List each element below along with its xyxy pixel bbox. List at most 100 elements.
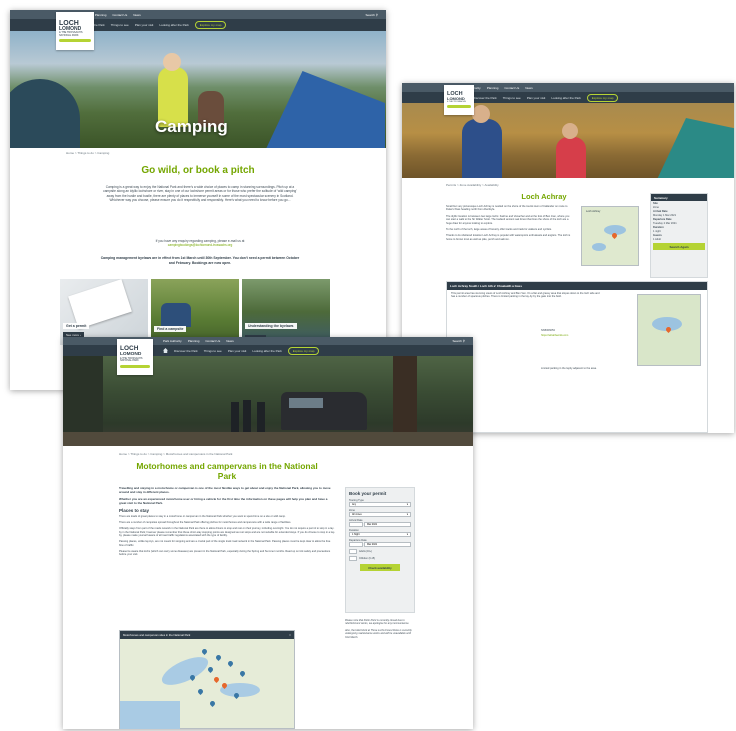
search-again-button[interactable]: Search Again (653, 243, 705, 250)
mainnav-link[interactable]: Plan your visit (135, 23, 154, 27)
field-label: Children (0-15) (359, 557, 375, 560)
zone-select[interactable]: All zones ▾ (349, 512, 411, 517)
map-pin-icon[interactable] (200, 647, 209, 656)
mainnav-link[interactable]: Looking after the Park (252, 349, 281, 353)
mainnav-link[interactable]: Things to see (503, 96, 521, 100)
mainnav-link[interactable]: Things to see (204, 349, 222, 353)
intro-paragraph: Thanks to its sheltered location Loch Ac… (446, 234, 571, 241)
tent-shape (653, 118, 734, 178)
map-title: Motorhomes and campervan sites in the Na… (123, 633, 191, 637)
person-shape (257, 402, 265, 432)
breadcrumb[interactable]: Home > Things to do > Camping (66, 151, 109, 155)
topnav-link[interactable]: Contact Us (205, 339, 220, 343)
byelaws-card[interactable]: Understanding the byelaws See more › (242, 279, 330, 345)
adults-stepper[interactable] (349, 549, 357, 554)
topnav-link[interactable]: Planning (487, 86, 499, 90)
search-link[interactable]: Search ⚲ (365, 13, 378, 17)
person-shape (556, 137, 586, 178)
page-heading: Go wild, or book a pitch (141, 165, 255, 176)
topnav-link[interactable]: Planning (188, 339, 200, 343)
loch-shape (158, 651, 212, 691)
tent-shape (265, 71, 385, 148)
lead-paragraph: Whether you are an experienced motorhome… (119, 497, 328, 505)
parking-text: Limited parking in the layby adjacent to… (541, 367, 597, 370)
person-shape (472, 105, 490, 123)
sites-map[interactable]: Motorhomes and campervan sites in the Na… (119, 630, 295, 729)
content-column: Travelling and staying in a motorhome or… (119, 486, 335, 557)
map-pin-icon[interactable] (206, 665, 215, 674)
departure-day-select[interactable] (349, 542, 363, 547)
card-label: Understanding the byelaws (245, 323, 297, 329)
map-pin-icon[interactable] (196, 687, 205, 696)
explore-map-button[interactable]: Explore my map (287, 346, 320, 355)
loch-shape (592, 243, 606, 251)
mainnav-link[interactable]: Plan your visit (228, 349, 247, 353)
topnav-link[interactable]: Planning (95, 13, 107, 17)
topnav-link[interactable]: News (226, 339, 234, 343)
summary-table: Site Zone Arrival Date Monday 1 Mar 2021… (653, 201, 677, 241)
topnav-link[interactable]: Contact Us (504, 86, 519, 90)
park-logo[interactable]: LOCH LOMOND & THE TROSSACHS NATIONAL PAR… (117, 339, 153, 375)
zone-map[interactable] (637, 294, 701, 366)
person-shape (243, 400, 251, 432)
person-shape (562, 123, 578, 139)
fullscreen-icon[interactable]: ⛶ (289, 633, 291, 637)
mainnav-link[interactable]: Discover the Park (473, 96, 497, 100)
topnav-link[interactable]: News (525, 86, 533, 90)
body-paragraph: There are a number of campsites spread t… (119, 521, 292, 524)
duration-select[interactable]: 1 Night ▾ (349, 532, 411, 537)
children-stepper[interactable] (349, 556, 357, 561)
enquiry-text: If you have any enquiry regarding campin… (155, 239, 245, 248)
motorhomes-page-screenshot: Park Authority Planning Contact Us News … (63, 337, 473, 729)
card-label: Find a campsite (154, 326, 187, 332)
topnav-link[interactable]: News (133, 13, 141, 17)
touring-type-select[interactable]: Any ▾ (349, 502, 411, 507)
summary-panel: Summary Site Zone Arrival Date Monday 1 … (650, 193, 708, 278)
breadcrumb[interactable]: Permits > Zone Availability > Availabili… (446, 183, 499, 187)
page-heading: Loch Achray (521, 192, 567, 201)
lead-paragraph: Travelling and staying in a motorhome or… (119, 486, 331, 494)
arrival-month-select[interactable]: Mar 2021 (364, 522, 411, 527)
park-logo[interactable]: LOCH LOMOND & THE TROSSACHS (444, 85, 474, 115)
map-pin-icon[interactable] (214, 653, 223, 662)
mainnav-link[interactable]: Things to see (111, 23, 129, 27)
map-title-bar: Motorhomes and campervan sites in the Na… (120, 631, 294, 639)
map-pin-icon[interactable] (212, 675, 221, 684)
what3words-link[interactable]: https://what3words.com (541, 334, 568, 337)
home-icon[interactable] (163, 348, 168, 353)
explore-map-button[interactable]: Explore my map (194, 21, 227, 29)
body-paragraph: Officially stays from part of the roads … (119, 527, 335, 537)
map-pin-icon[interactable] (208, 699, 217, 708)
ground-shape (63, 432, 473, 446)
campsite-card[interactable]: Find a campsite (151, 279, 239, 345)
topnav-link[interactable]: Contact Us (112, 13, 127, 17)
email-link[interactable]: campingbookings@lochlomond-trossachs.org (168, 243, 233, 247)
check-availability-button[interactable]: Check availability (360, 564, 400, 571)
campervan-window (289, 398, 323, 408)
map-pin-icon[interactable] (238, 669, 247, 678)
zone-title: Loch Achray South / Loch Ath a' Choalaid… (447, 282, 707, 290)
camping-page-screenshot: Park Authority Planning Contact Us News … (10, 10, 386, 390)
explore-map-button[interactable]: Explore my map (586, 93, 619, 102)
topnav-link[interactable]: Park Authority (163, 339, 182, 343)
permit-card[interactable]: Get a permit See more › (60, 279, 148, 345)
booking-title: Book your permit (349, 491, 387, 496)
byelaws-text: Camping management byelaws are in effect… (100, 256, 300, 265)
body-paragraph: Passing places, unlike lay-bys, are not … (119, 540, 331, 547)
search-link[interactable]: Search ⚲ (452, 339, 465, 343)
mainnav-link[interactable]: Looking after the Park (159, 23, 188, 27)
mainnav-link[interactable]: Discover the Park (174, 349, 198, 353)
map-pin-icon[interactable] (226, 659, 235, 668)
departure-month-select[interactable]: Mar 2021 (364, 542, 411, 547)
arrival-day-select[interactable] (349, 522, 363, 527)
summary-title: Summary (651, 194, 707, 201)
person-shape (462, 119, 502, 178)
breadcrumb[interactable]: Home > Things to do > Camping > Motorhom… (119, 452, 232, 456)
body-paragraph: There are loads of great places to stay … (119, 515, 286, 518)
field-label: Adults (16+) (359, 550, 372, 553)
mainnav-link[interactable]: Plan your visit (527, 96, 546, 100)
mainnav-link[interactable]: Looking after the Park (551, 96, 580, 100)
intro-paragraph: Small but very picturesque Loch Achray i… (446, 205, 568, 212)
park-logo[interactable]: LOCH LOMOND & THE TROSSACHS NATIONAL PAR… (56, 12, 94, 50)
location-map[interactable]: Loch Achray (581, 206, 639, 266)
